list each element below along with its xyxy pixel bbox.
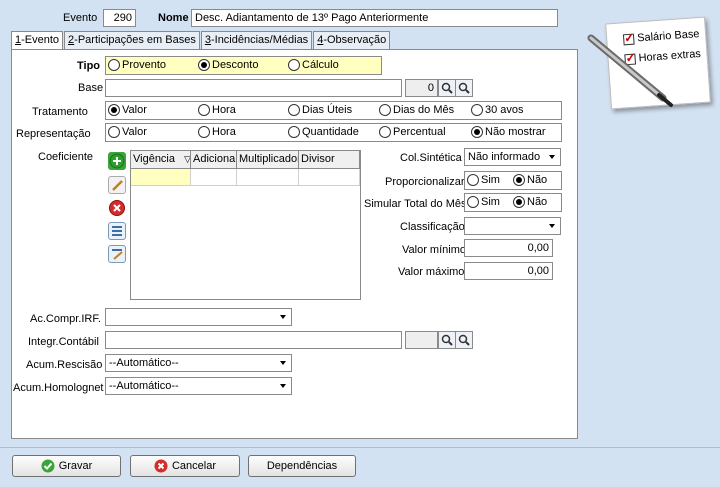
integr-search-advanced-icon[interactable]	[455, 331, 473, 349]
tratamento-radio-group: Valor Hora Dias Úteis Dias do Mês 30 avo…	[105, 101, 562, 120]
edit-icon[interactable]	[108, 176, 126, 194]
delete-icon[interactable]	[108, 199, 126, 217]
tab-evento[interactable]: 1-Evento	[11, 31, 64, 51]
classificacao-label: Classificação	[400, 221, 465, 233]
grid-header-multiplicador[interactable]: Multiplicador	[237, 151, 299, 169]
acum-homolognet-select[interactable]: --Automático--	[105, 377, 292, 395]
base-field[interactable]	[105, 79, 402, 97]
evento-code-field[interactable]: 290	[103, 9, 136, 27]
representacao-valor-radio[interactable]: Valor	[108, 126, 147, 138]
valor-minimo-label: Valor mínimo	[402, 244, 466, 256]
representacao-hora-radio[interactable]: Hora	[198, 126, 236, 138]
representacao-nao-mostrar-radio[interactable]: Não mostrar	[471, 126, 546, 138]
integr-contabil-label: Integr.Contábil	[28, 336, 99, 348]
nome-field[interactable]: Desc. Adiantamento de 13º Pago Anteriorm…	[191, 9, 558, 27]
integr-contabil-field[interactable]	[105, 331, 402, 349]
coeficiente-grid[interactable]: Vigência ▽ Adicional Multiplicador Divis…	[130, 150, 361, 300]
simular-sim-radio[interactable]: Sim	[467, 196, 500, 208]
evento-label: Evento	[63, 12, 98, 24]
chevron-down-icon	[549, 155, 555, 159]
chevron-down-icon	[280, 315, 286, 319]
classificacao-select[interactable]	[464, 217, 561, 235]
acum-rescisao-label: Acum.Rescisão	[26, 359, 103, 371]
proporcionalizar-sim-radio[interactable]: Sim	[467, 174, 500, 186]
tipo-provento-radio[interactable]: Provento	[108, 59, 166, 71]
tipo-desconto-radio[interactable]: Desconto	[198, 59, 258, 71]
cancel-icon	[154, 459, 168, 473]
simular-nao-radio[interactable]: Não	[513, 196, 547, 208]
tab-participacoes[interactable]: 2-Participações em Bases	[64, 31, 200, 50]
dependencias-button[interactable]: Dependências	[248, 455, 356, 477]
grid-cell-divisor[interactable]	[299, 169, 360, 186]
tratamento-label: Tratamento	[32, 106, 88, 118]
cancel-button[interactable]: Cancelar	[130, 455, 240, 477]
tipo-radio-group: Provento Desconto Cálculo	[105, 56, 382, 75]
integr-search-icon[interactable]	[438, 331, 456, 349]
base-label: Base	[78, 82, 104, 94]
grid-cell-multiplicador[interactable]	[237, 169, 299, 186]
valor-minimo-field[interactable]: 0,00	[464, 239, 553, 257]
valor-maximo-field[interactable]: 0,00	[464, 262, 553, 280]
grid-header-adicional[interactable]: Adicional	[191, 151, 237, 169]
proporcionalizar-label: Proporcionalizar	[385, 176, 465, 188]
chevron-down-icon	[280, 361, 286, 365]
acum-rescisao-select[interactable]: --Automático--	[105, 354, 292, 372]
proporcionalizar-radio-group: Sim Não	[464, 171, 562, 190]
tab-incidencias[interactable]: 3-Incidências/Médias	[200, 31, 313, 50]
col-sintetica-label: Col.Sintética	[400, 152, 462, 164]
save-button[interactable]: Gravar	[12, 455, 121, 477]
base-search-advanced-icon[interactable]	[455, 79, 473, 97]
coeficiente-label: Coeficiente	[38, 151, 94, 163]
representacao-label: Representação	[16, 128, 91, 140]
tratamento-30-avos-radio[interactable]: 30 avos	[471, 104, 524, 116]
grid-cell-adicional[interactable]	[191, 169, 237, 186]
tratamento-valor-radio[interactable]: Valor	[108, 104, 147, 116]
ac-compr-irf-select[interactable]	[105, 308, 292, 326]
edit-list-icon[interactable]	[108, 245, 126, 263]
add-icon[interactable]	[108, 152, 126, 170]
proporcionalizar-nao-radio[interactable]: Não	[513, 174, 547, 186]
representacao-percentual-radio[interactable]: Percentual	[379, 126, 446, 138]
chevron-down-icon	[280, 384, 286, 388]
base-search-icon[interactable]	[438, 79, 456, 97]
col-sintetica-select[interactable]: Não informado	[464, 148, 561, 166]
tratamento-dias-mes-radio[interactable]: Dias do Mês	[379, 104, 454, 116]
nome-label: Nome	[158, 12, 189, 24]
tipo-calculo-radio[interactable]: Cálculo	[288, 59, 339, 71]
integr-contabil-code-field[interactable]	[405, 331, 438, 349]
acum-homolognet-label: Acum.Homolognet	[13, 382, 104, 394]
representacao-quantidade-radio[interactable]: Quantidade	[288, 126, 359, 138]
list-icon[interactable]	[108, 222, 126, 240]
ac-compr-irf-label: Ac.Compr.IRF.	[30, 313, 101, 325]
representacao-radio-group: Valor Hora Quantidade Percentual Não mos…	[105, 123, 562, 142]
valor-maximo-label: Valor máximo	[398, 266, 465, 278]
simular-label: Simular Total do Mês	[364, 198, 467, 210]
check-icon	[41, 459, 55, 473]
base-code-field[interactable]: 0	[405, 79, 438, 97]
tab-observacao[interactable]: 4-Observação	[313, 31, 391, 50]
tratamento-hora-radio[interactable]: Hora	[198, 104, 236, 116]
grid-cell-vigencia[interactable]	[131, 169, 191, 186]
tratamento-dias-uteis-radio[interactable]: Dias Úteis	[288, 104, 352, 116]
pen-icon	[587, 34, 673, 107]
tipo-label: Tipo	[77, 60, 101, 72]
simular-radio-group: Sim Não	[464, 193, 562, 212]
grid-header-divisor[interactable]: Divisor	[299, 151, 360, 169]
grid-header-vigencia[interactable]: Vigência ▽	[131, 151, 191, 169]
tab-bar: 1-Evento 2-Participações em Bases 3-Inci…	[11, 31, 391, 51]
chevron-down-icon	[549, 224, 555, 228]
